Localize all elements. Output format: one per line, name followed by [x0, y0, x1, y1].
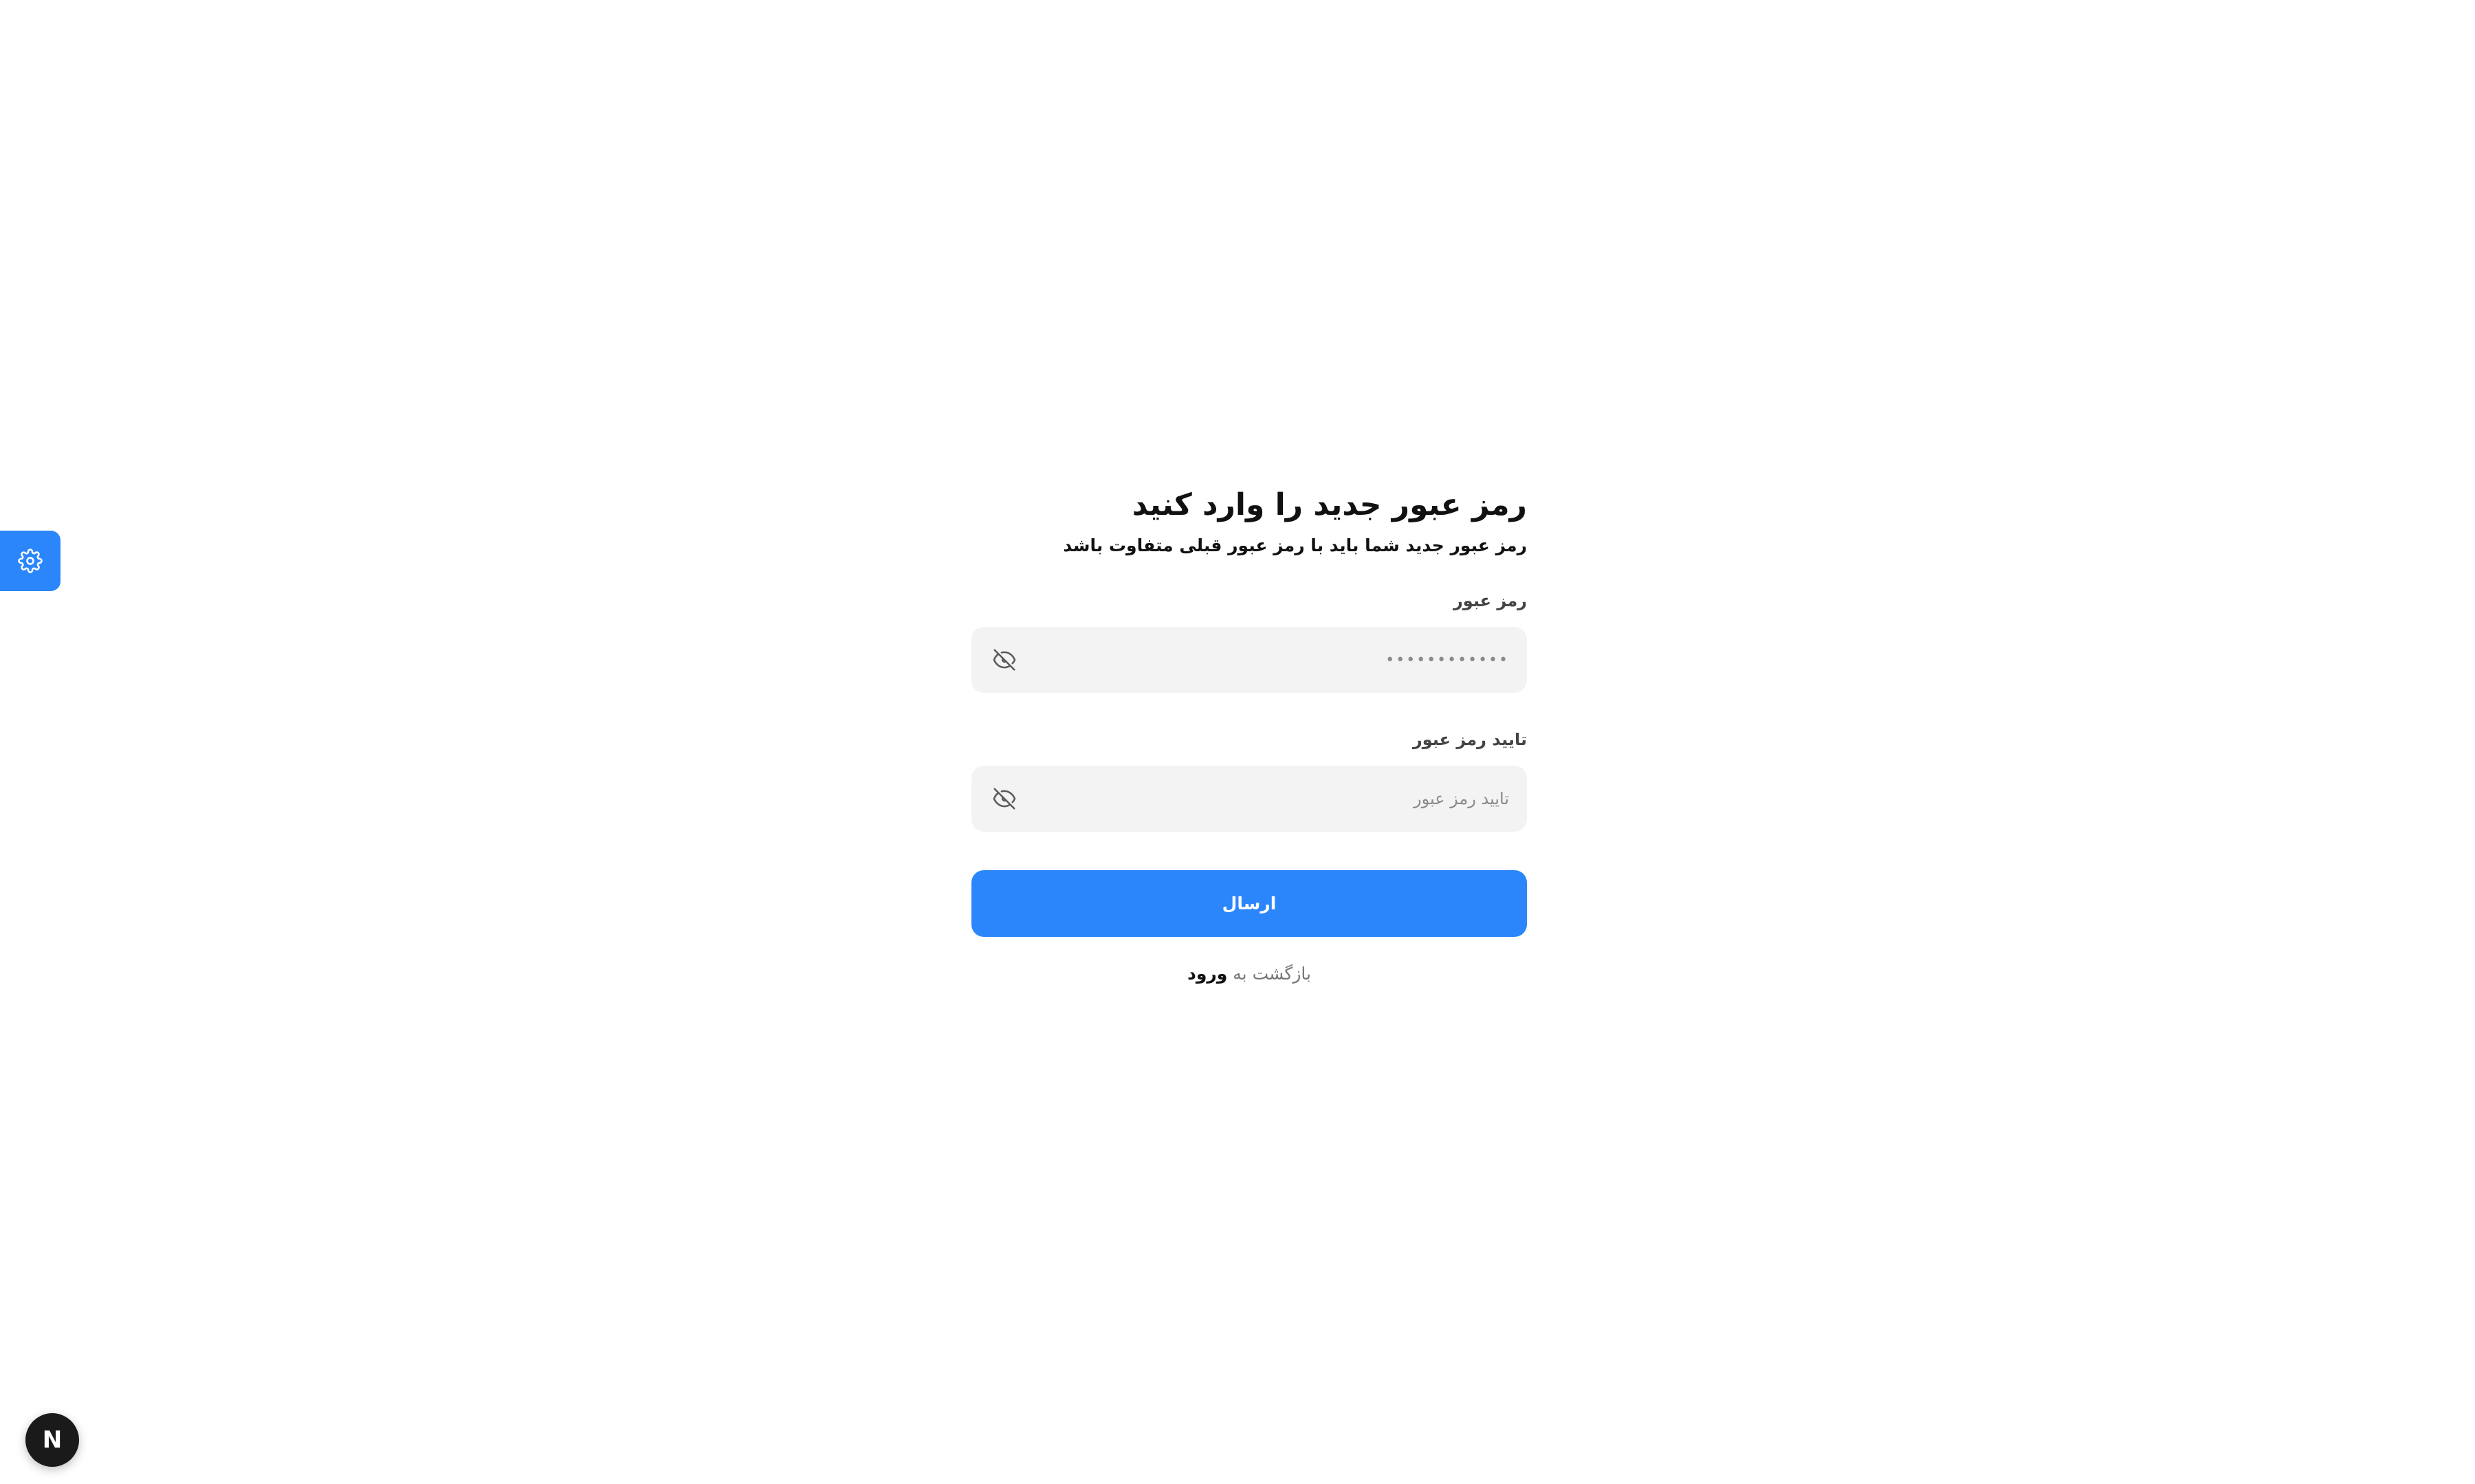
- page-subtitle: رمز عبور جدید شما باید با رمز عبور قبلی …: [1063, 535, 1527, 555]
- password-input[interactable]: [1032, 651, 1509, 669]
- settings-button[interactable]: [0, 531, 60, 591]
- confirm-password-input[interactable]: [1032, 789, 1509, 808]
- page-title: رمز عبور جدید را وارد کنید: [1132, 487, 1527, 522]
- confirm-password-visibility-toggle[interactable]: [989, 784, 1020, 814]
- eye-off-icon: [993, 788, 1016, 810]
- back-to-login-row: بازگشت به ورود: [971, 960, 1527, 988]
- eye-off-icon: [993, 649, 1016, 671]
- password-visibility-toggle[interactable]: [989, 645, 1020, 675]
- dev-badge-letter: N: [42, 1426, 63, 1454]
- submit-button[interactable]: ارسال: [971, 870, 1527, 937]
- confirm-password-label: تایید رمز عبور: [1412, 730, 1527, 749]
- gear-icon: [18, 549, 43, 573]
- reset-password-form: رمز عبور جدید را وارد کنید رمز عبور جدید…: [971, 481, 1527, 988]
- password-label: رمز عبور: [1453, 591, 1527, 610]
- nextjs-dev-indicator[interactable]: N: [25, 1413, 79, 1467]
- confirm-password-field-wrapper: [971, 766, 1527, 832]
- back-prefix-text: بازگشت به: [1233, 964, 1311, 984]
- password-field-wrapper: [971, 627, 1527, 693]
- login-link[interactable]: ورود: [1187, 964, 1227, 984]
